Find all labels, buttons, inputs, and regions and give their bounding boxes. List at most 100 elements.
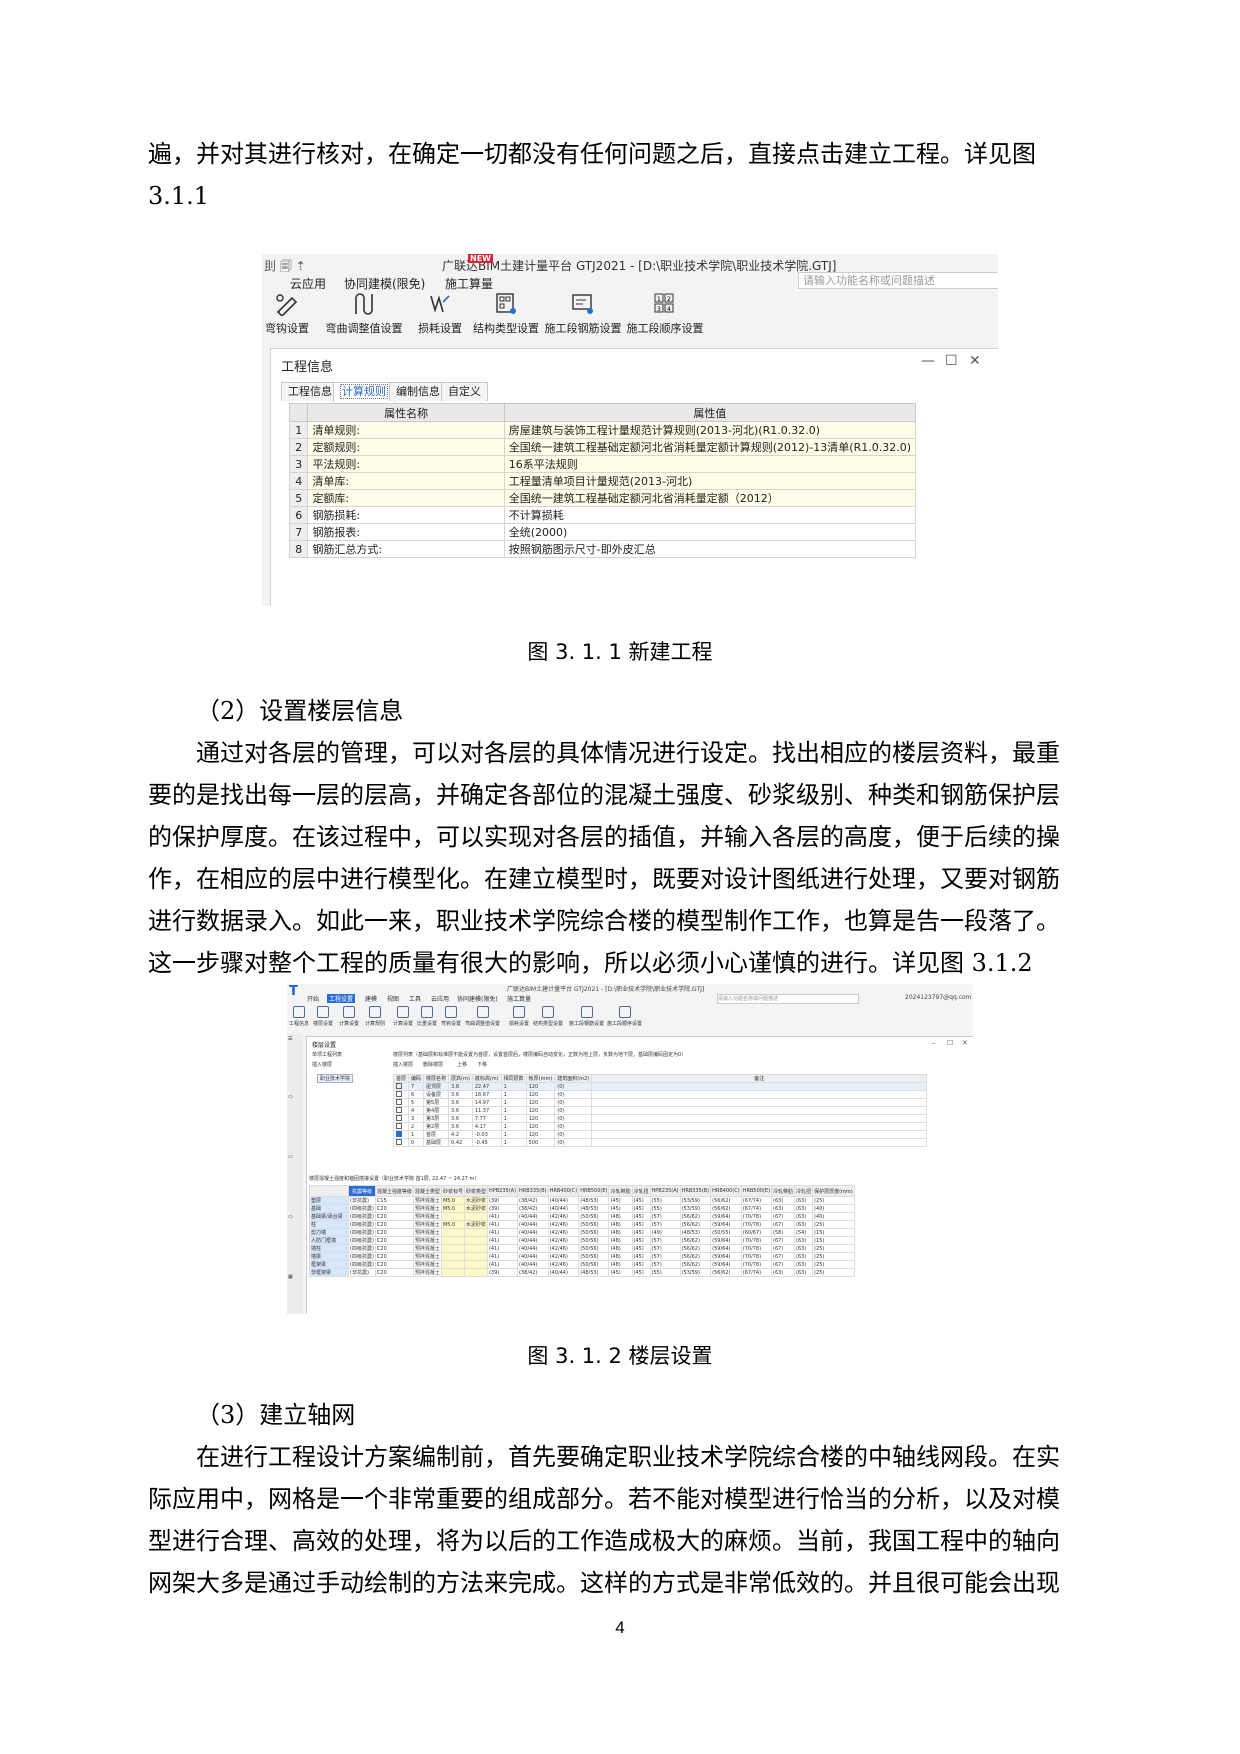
material-cell[interactable]: (40) xyxy=(812,1212,855,1221)
material-cell[interactable]: M5.0 xyxy=(440,1204,465,1213)
material-cell[interactable]: (50/56) xyxy=(578,1260,610,1269)
maximize-icon[interactable]: ☐ xyxy=(947,1039,953,1047)
insert-floor-button[interactable]: 插入楼层 xyxy=(312,1061,332,1068)
material-cell[interactable] xyxy=(463,1252,488,1261)
material-cell[interactable]: (63) xyxy=(794,1204,814,1213)
material-cell[interactable]: (67) xyxy=(771,1212,796,1221)
material-cell[interactable]: (41) xyxy=(486,1236,519,1245)
material-cell[interactable]: (63) xyxy=(794,1260,814,1269)
attr-value[interactable]: 全国统一建筑工程基础定额河北省消耗量定额（2012） xyxy=(503,489,917,507)
material-cell[interactable]: (41) xyxy=(486,1252,519,1261)
material-cell[interactable]: (63) xyxy=(794,1252,814,1261)
bend-adjust-button[interactable]: 弯曲调整值设置 xyxy=(318,292,410,336)
delete-floor-button[interactable]: 删除楼层 xyxy=(423,1061,443,1068)
material-cell[interactable]: (45) xyxy=(631,1236,651,1245)
material-cell[interactable] xyxy=(440,1252,465,1261)
section-order-button[interactable]: 1234 施工段顺序设置 xyxy=(624,292,706,336)
material-cell[interactable]: (48/53) xyxy=(578,1196,610,1205)
material-cell[interactable]: C20 xyxy=(374,1244,414,1253)
material-cell[interactable]: (63) xyxy=(794,1196,814,1205)
material-cell[interactable]: M5.0 xyxy=(440,1196,465,1205)
material-cell[interactable]: (57) xyxy=(649,1260,681,1269)
material-cell[interactable]: (15) xyxy=(812,1236,855,1245)
material-cell[interactable]: (56/62) xyxy=(710,1204,742,1213)
table-row[interactable]: 剪力墙 (四级抗震) C20 预拌混凝土 (41) (40/44) (42/46) (50/5… xyxy=(309,1228,855,1237)
material-cell[interactable] xyxy=(440,1260,465,1269)
tool-section-rebar[interactable]: 施工段钢筋设置 xyxy=(569,1006,604,1027)
table-row[interactable]: 墙柱 (四级抗震) C20 预拌混凝土 (41) (40/44) (42/46) (50/56… xyxy=(309,1244,855,1253)
tool-structure[interactable]: 结构类型设置 xyxy=(533,1006,563,1027)
move-down-button[interactable]: 下移 xyxy=(477,1061,487,1068)
table-row[interactable]: 人防门框墙 (四级抗震) C20 预拌混凝土 (41) (40/44) (42/46) (50… xyxy=(309,1236,855,1245)
material-cell[interactable]: (56/62) xyxy=(710,1268,742,1277)
first-floor-checkbox[interactable] xyxy=(396,1099,402,1106)
material-cell[interactable]: (45) xyxy=(631,1220,651,1229)
material-cell[interactable]: (48) xyxy=(608,1252,633,1261)
menu-cloud-app[interactable]: 云应用 xyxy=(290,275,326,292)
table-row[interactable]: 5 第5层 3.6 14.97 1 120 (0) xyxy=(392,1098,928,1107)
menu-construction-quantity[interactable]: 施工算量 xyxy=(445,275,493,292)
tab-compile-info[interactable]: 编制信息 xyxy=(389,382,447,401)
search-input[interactable]: 请输入功能名称或问题描述 xyxy=(717,994,859,1004)
material-cell[interactable]: (40/44) xyxy=(517,1212,549,1221)
material-cell[interactable]: (40/44) xyxy=(547,1204,580,1213)
material-cell[interactable]: (25) xyxy=(812,1268,855,1277)
material-cell[interactable]: (56/62) xyxy=(679,1212,712,1221)
material-cell[interactable]: (70/78) xyxy=(740,1212,773,1221)
material-cell[interactable]: (41) xyxy=(486,1260,519,1269)
material-cell[interactable]: (非抗震) xyxy=(348,1268,376,1277)
table-row[interactable]: 2 定额规则: 全国统一建筑工程基础定额河北省消耗量定额计算规则(2012)-13清… xyxy=(288,438,917,456)
maximize-icon[interactable]: ☐ xyxy=(945,353,958,369)
table-row[interactable]: 2 第2层 3.6 4.17 1 120 (0) xyxy=(392,1122,928,1131)
material-cell[interactable]: (39) xyxy=(486,1196,519,1205)
material-cell[interactable]: (45) xyxy=(608,1268,633,1277)
menu-view[interactable]: 视图 xyxy=(387,994,399,1003)
material-cell[interactable]: (50/56) xyxy=(578,1212,610,1221)
material-cell[interactable]: (40/44) xyxy=(547,1196,580,1205)
material-cell[interactable]: (48) xyxy=(608,1212,633,1221)
material-cell[interactable]: (45) xyxy=(608,1204,633,1213)
move-up-button[interactable]: 上移 xyxy=(457,1061,467,1068)
material-cell[interactable]: (57) xyxy=(649,1220,681,1229)
tab-calc-rules[interactable]: 计算规则 xyxy=(333,382,395,402)
tab-project-info[interactable]: 工程信息 xyxy=(281,382,339,401)
material-cell[interactable]: (42/46) xyxy=(547,1228,580,1237)
menu-modeling[interactable]: 建模 xyxy=(365,994,377,1003)
table-row[interactable]: 3 平法规则: 16系平法规则 xyxy=(288,455,917,473)
tool-section-order[interactable]: 施工段顺序设置 xyxy=(607,1006,642,1027)
first-floor-checkbox[interactable] xyxy=(396,1083,402,1090)
material-cell[interactable]: C20 xyxy=(374,1212,414,1221)
table-row[interactable]: 3 第3层 3.6 7.77 1 120 (0) xyxy=(392,1114,928,1123)
structure-type-button[interactable]: 结构类型设置 xyxy=(470,292,542,336)
material-cell[interactable]: (56/62) xyxy=(679,1260,712,1269)
material-cell[interactable]: (57) xyxy=(649,1244,681,1253)
loss-settings-button[interactable]: 损耗设置 xyxy=(412,292,468,336)
material-cell[interactable]: (41) xyxy=(486,1228,519,1237)
material-cell[interactable]: 预拌混凝土 xyxy=(412,1268,442,1277)
material-cell[interactable]: (67/74) xyxy=(740,1196,773,1205)
menu-start[interactable]: 开始 xyxy=(307,994,319,1003)
material-cell[interactable]: (56/62) xyxy=(679,1244,712,1253)
attr-value[interactable]: 不计算损耗 xyxy=(503,506,917,524)
material-cell[interactable]: (39) xyxy=(486,1204,519,1213)
material-cell[interactable]: (67) xyxy=(771,1220,796,1229)
table-row[interactable]: 6 钢筋损耗: 不计算损耗 xyxy=(288,506,917,524)
material-cell[interactable]: (63) xyxy=(794,1244,814,1253)
material-cell[interactable]: C20 xyxy=(374,1236,414,1245)
material-cell[interactable]: C20 xyxy=(374,1204,414,1213)
table-row[interactable]: 框架梁 (四级抗震) C20 预拌混凝土 (41) (40/44) (42/46) (50/5… xyxy=(309,1260,855,1269)
material-cell[interactable]: (四级抗震) xyxy=(348,1244,376,1253)
material-cell[interactable]: (39) xyxy=(486,1268,519,1277)
material-cell[interactable]: (25) xyxy=(812,1260,855,1269)
material-cell[interactable]: C20 xyxy=(374,1252,414,1261)
material-cell[interactable]: (70/78) xyxy=(740,1252,773,1261)
material-cell[interactable]: (63) xyxy=(794,1236,814,1245)
material-cell[interactable]: (70/78) xyxy=(740,1260,773,1269)
material-cell[interactable] xyxy=(463,1268,488,1277)
material-cell[interactable]: (42/46) xyxy=(547,1212,580,1221)
material-cell[interactable]: 预拌混凝土 xyxy=(412,1252,442,1261)
first-floor-checkbox[interactable] xyxy=(396,1115,402,1122)
material-cell[interactable]: (50/56) xyxy=(578,1252,610,1261)
material-cell[interactable]: (67/74) xyxy=(740,1268,773,1277)
first-floor-checkbox-checked[interactable] xyxy=(396,1131,402,1138)
